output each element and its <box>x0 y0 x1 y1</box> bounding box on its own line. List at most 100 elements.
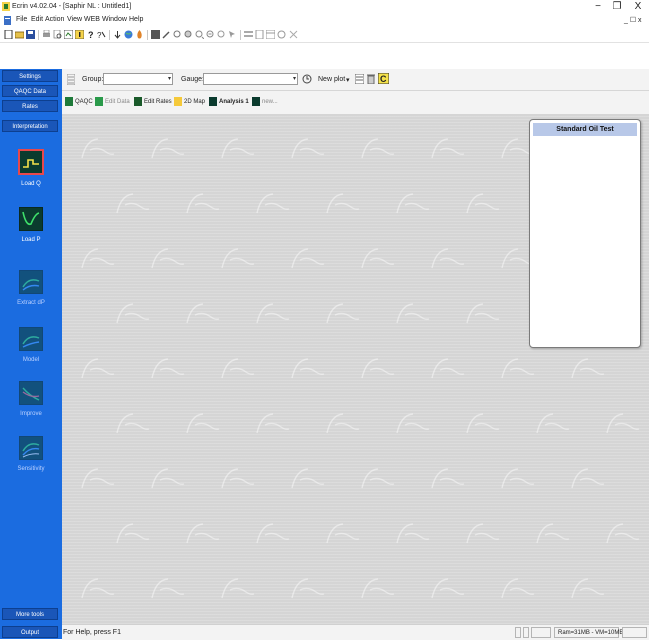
watermark-logo <box>221 358 255 379</box>
tab-label: Edit Rates <box>144 99 172 105</box>
refresh-gauge-icon[interactable] <box>302 74 312 84</box>
watermark-logo <box>431 138 465 159</box>
save-icon[interactable] <box>26 30 35 39</box>
watermark-logo <box>431 248 465 269</box>
mdi-window-controls[interactable]: _ ☐ x <box>624 16 642 24</box>
watermark-logo <box>431 468 465 489</box>
watermark-logo <box>81 138 115 159</box>
tab-2d-map[interactable]: 2D Map <box>174 96 205 109</box>
menu-help[interactable]: Help <box>129 16 143 23</box>
tab-analysis-1[interactable]: Analysis 1 <box>209 96 249 109</box>
help-icon[interactable]: ? <box>87 30 96 39</box>
zoom-out-icon[interactable] <box>206 30 215 39</box>
arrow-down-icon[interactable] <box>113 30 122 39</box>
watermark-logo <box>361 578 395 599</box>
tab-qaqc[interactable]: QAQC <box>65 96 93 109</box>
tab-edit-rates[interactable]: Edit Rates <box>134 96 172 109</box>
zoom-icon[interactable] <box>173 30 182 39</box>
zoom-in-icon[interactable] <box>195 30 204 39</box>
menu-edit[interactable]: Edit <box>31 16 43 23</box>
chevron-down-icon: ▾ <box>167 76 171 82</box>
watermark-logo <box>221 138 255 159</box>
status-bar: For Help, press F1 Ram=31MB - VM=10MB <box>62 624 649 640</box>
watermark-logo <box>256 523 290 544</box>
watermark-logo <box>536 413 570 434</box>
tab-edit-data[interactable]: Edit Data <box>95 96 130 109</box>
watermark-logo <box>151 468 185 489</box>
zoom-all-icon[interactable] <box>184 30 193 39</box>
close-button[interactable]: X <box>627 0 649 14</box>
tool-model[interactable]: Model <box>11 327 51 363</box>
menu-view[interactable]: View <box>67 16 82 23</box>
watermark-logo <box>256 413 290 434</box>
tool-label: Model <box>22 357 40 363</box>
watermark-logo <box>151 138 185 159</box>
sidebar-button-rates[interactable]: Rates <box>2 100 58 112</box>
new-plot-button[interactable]: New plot <box>318 76 345 83</box>
gauge-select[interactable]: ▾ <box>203 73 298 85</box>
edit-pencil-icon[interactable] <box>162 30 171 39</box>
status-help-text: For Help, press F1 <box>63 629 121 636</box>
stack-icon[interactable] <box>244 30 253 39</box>
export-icon[interactable] <box>64 30 73 39</box>
sensitivity-icon <box>19 436 43 460</box>
pan-icon[interactable] <box>217 30 226 39</box>
table-icon[interactable] <box>151 30 160 39</box>
menu-web[interactable]: WEB <box>84 16 100 23</box>
chevron-down-icon[interactable]: ▾ <box>346 76 350 84</box>
globe-icon[interactable] <box>124 30 133 39</box>
group-gauge-bar: Group: ▾ Gauge: ▾ New plot ▾ C <box>62 69 649 91</box>
tool-improve[interactable]: Improve <box>11 381 51 417</box>
load-q-icon <box>18 149 44 175</box>
sidebar-button-qaqc-data[interactable]: QAQC Data <box>2 85 58 97</box>
watermark-logo <box>326 193 360 214</box>
menu-window[interactable]: Window <box>102 16 127 23</box>
more-tools-button[interactable]: More tools <box>2 608 58 620</box>
tab-label: QAQC <box>75 99 93 105</box>
watermark-logo <box>186 303 220 324</box>
sidebar-button-settings[interactable]: Settings <box>2 70 58 82</box>
menu-action[interactable]: Action <box>45 16 64 23</box>
svg-text:?: ? <box>88 30 94 39</box>
print-icon[interactable] <box>42 30 51 39</box>
tab-new[interactable]: new... <box>252 96 278 109</box>
map-icon <box>174 96 182 106</box>
layout-icon[interactable] <box>266 30 275 39</box>
menu-file[interactable]: File <box>16 16 27 23</box>
watermark-logo <box>81 468 115 489</box>
sidebar-button-interpretation[interactable]: Interpretation <box>2 120 58 132</box>
calculate-icon[interactable]: C <box>378 73 389 84</box>
delete-plot-icon[interactable] <box>367 74 375 84</box>
status-indicator <box>531 627 551 638</box>
context-help-icon[interactable]: ? <box>97 30 106 39</box>
tool-extract-dp[interactable]: Extract dP <box>11 270 51 306</box>
new-file-icon[interactable] <box>4 30 13 39</box>
flame-icon[interactable] <box>135 30 144 39</box>
tool-load-p[interactable]: Load P <box>11 207 51 243</box>
cursor-icon[interactable] <box>228 30 237 39</box>
restore-button[interactable]: ❐ <box>606 0 628 14</box>
document-icon <box>4 16 11 25</box>
watermark-logo <box>326 413 360 434</box>
watermark-logo <box>116 303 150 324</box>
output-button[interactable]: Output <box>2 626 58 638</box>
tool-load-q[interactable]: Load Q <box>11 149 51 187</box>
tool-sensitivity[interactable]: Sensitivity <box>11 436 51 472</box>
sync-icon[interactable] <box>277 30 286 39</box>
improve-icon <box>19 381 43 405</box>
watermark-logo <box>431 578 465 599</box>
panel-item-standard-oil-test[interactable]: Standard Oil Test <box>533 123 637 136</box>
analysis-browser-panel[interactable]: Standard Oil Test <box>529 119 641 348</box>
print-preview-icon[interactable] <box>53 30 62 39</box>
split-icon[interactable] <box>289 30 298 39</box>
watermark-logo <box>361 468 395 489</box>
svg-text:C: C <box>380 74 387 84</box>
watermark-logo <box>256 303 290 324</box>
plot-layout-icon[interactable] <box>355 74 364 84</box>
group-select[interactable]: ▾ <box>103 73 173 85</box>
watermark-logo <box>291 468 325 489</box>
open-folder-icon[interactable] <box>15 30 24 39</box>
info-icon[interactable] <box>75 30 84 39</box>
layers-icon[interactable] <box>255 30 264 39</box>
watermark-logo <box>536 523 570 544</box>
